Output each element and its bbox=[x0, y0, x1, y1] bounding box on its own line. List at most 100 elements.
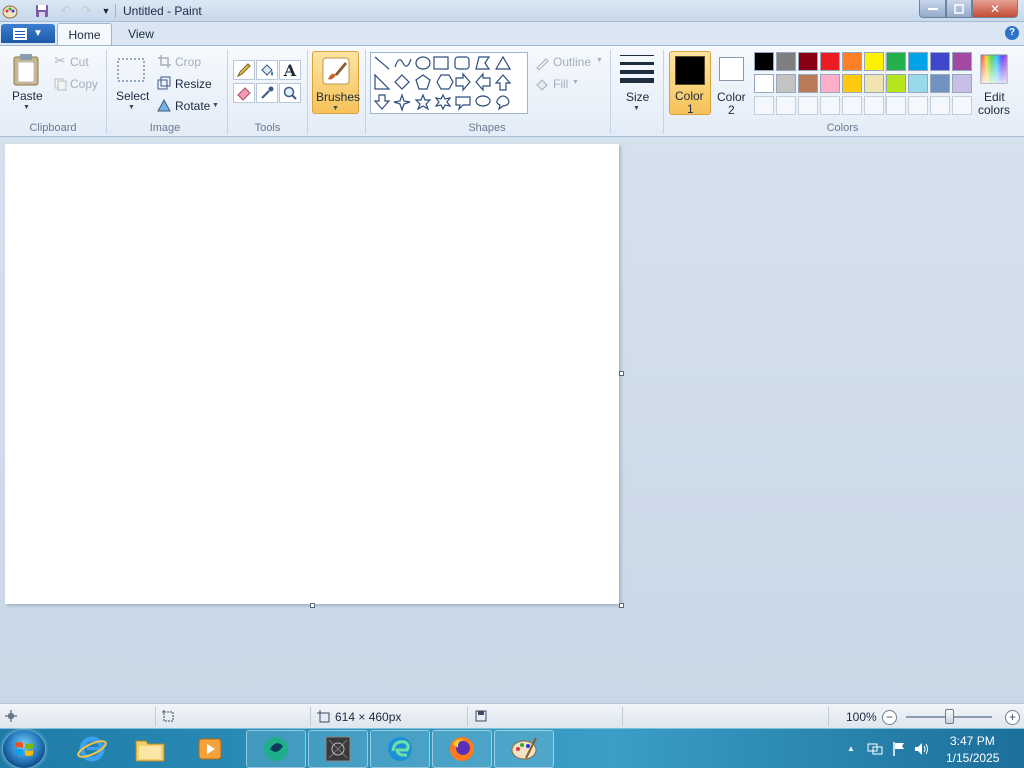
fill-dropdown-icon[interactable]: ▼ bbox=[572, 79, 579, 86]
title-separator bbox=[115, 4, 116, 18]
select-button[interactable] bbox=[115, 56, 147, 84]
group-separator bbox=[663, 50, 664, 134]
drawing-canvas[interactable] bbox=[5, 144, 619, 604]
start-button[interactable] bbox=[3, 730, 45, 768]
minimize-button[interactable] bbox=[919, 0, 946, 18]
palette-color-swatch[interactable] bbox=[864, 74, 884, 93]
palette-color-swatch[interactable] bbox=[908, 74, 928, 93]
palette-color-swatch[interactable] bbox=[886, 52, 906, 71]
palette-color-swatch[interactable] bbox=[864, 52, 884, 71]
cut-button[interactable]: Cut bbox=[70, 55, 89, 69]
outline-button[interactable]: Outline bbox=[553, 55, 591, 69]
taskbar-paint[interactable] bbox=[494, 730, 554, 768]
close-button[interactable]: ✕ bbox=[972, 0, 1018, 18]
size-button[interactable]: Size ▼ bbox=[615, 50, 659, 116]
rotate-button[interactable]: Rotate bbox=[175, 99, 210, 113]
diamond-shape-icon bbox=[394, 74, 410, 90]
taskbar-winrar[interactable] bbox=[308, 730, 368, 768]
palette-custom-slot[interactable] bbox=[908, 96, 928, 115]
palette-custom-slot[interactable] bbox=[886, 96, 906, 115]
taskbar-internet-explorer[interactable] bbox=[62, 730, 122, 768]
rectangle-shape-icon bbox=[433, 56, 449, 70]
rotate-icon bbox=[157, 98, 171, 112]
taskbar-media-player[interactable] bbox=[180, 730, 240, 768]
palette-color-swatch[interactable] bbox=[820, 52, 840, 71]
palette-custom-slot[interactable] bbox=[820, 96, 840, 115]
eraser-tool[interactable] bbox=[233, 83, 255, 103]
maximize-button[interactable] bbox=[946, 0, 972, 18]
palette-color-swatch[interactable] bbox=[930, 52, 950, 71]
fill-button[interactable]: Fill bbox=[553, 77, 568, 91]
edit-colors-button[interactable]: Edit colors bbox=[975, 51, 1015, 117]
color2-button[interactable]: Color 2 bbox=[713, 51, 751, 117]
palette-color-swatch[interactable] bbox=[952, 74, 972, 93]
clock-time[interactable]: 3:47 PM bbox=[950, 734, 995, 748]
taskbar-firefox[interactable] bbox=[432, 730, 492, 768]
palette-color-swatch[interactable] bbox=[776, 74, 796, 93]
palette-custom-slot[interactable] bbox=[864, 96, 884, 115]
color-picker-tool[interactable] bbox=[256, 83, 278, 103]
redo-icon[interactable]: ↷ bbox=[78, 3, 94, 19]
fill-tool[interactable] bbox=[256, 60, 278, 80]
canvas-resize-handle-bottom[interactable] bbox=[310, 603, 315, 608]
rotate-dropdown-icon[interactable]: ▼ bbox=[212, 102, 219, 109]
resize-button[interactable]: Resize bbox=[175, 77, 212, 91]
text-tool[interactable]: A bbox=[279, 60, 301, 80]
magnifier-icon bbox=[283, 86, 297, 100]
palette-color-swatch[interactable] bbox=[798, 74, 818, 93]
palette-custom-slot[interactable] bbox=[930, 96, 950, 115]
save-icon[interactable] bbox=[34, 3, 50, 19]
image-group-label: Image bbox=[149, 122, 181, 134]
paint-menu-button[interactable]: ▼ bbox=[1, 24, 55, 43]
zoom-slider-thumb[interactable] bbox=[944, 709, 954, 724]
palette-color-swatch[interactable] bbox=[754, 52, 774, 71]
canvas-resize-handle-corner[interactable] bbox=[619, 603, 624, 608]
outline-dropdown-icon[interactable]: ▼ bbox=[596, 57, 603, 64]
paste-button[interactable] bbox=[10, 52, 42, 88]
pencil-tool[interactable] bbox=[233, 60, 255, 80]
palette-color-swatch[interactable] bbox=[886, 74, 906, 93]
color2-label-line2: 2 bbox=[728, 103, 735, 117]
paste-dropdown-icon[interactable]: ▼ bbox=[23, 104, 30, 111]
palette-color-swatch[interactable] bbox=[798, 52, 818, 71]
help-icon[interactable]: ? bbox=[1005, 26, 1019, 40]
palette-custom-slot[interactable] bbox=[842, 96, 862, 115]
zoom-in-button[interactable]: + bbox=[1005, 710, 1020, 725]
tab-view[interactable]: View bbox=[116, 23, 166, 45]
palette-custom-slot[interactable] bbox=[952, 96, 972, 115]
taskbar-edge[interactable] bbox=[370, 730, 430, 768]
color1-button[interactable]: Color 1 bbox=[669, 51, 711, 116]
palette-custom-slot[interactable] bbox=[798, 96, 818, 115]
palette-custom-slot[interactable] bbox=[754, 96, 774, 115]
tab-home[interactable]: Home bbox=[57, 23, 112, 45]
polygon-shape-icon bbox=[475, 56, 491, 70]
clock-date[interactable]: 1/15/2025 bbox=[946, 751, 999, 765]
taskbar-app-generic[interactable] bbox=[246, 730, 306, 768]
taskbar-file-explorer[interactable] bbox=[120, 730, 180, 768]
action-center-flag-icon[interactable] bbox=[890, 740, 908, 758]
magnifier-tool[interactable] bbox=[279, 83, 301, 103]
palette-color-swatch[interactable] bbox=[908, 52, 928, 71]
palette-color-swatch[interactable] bbox=[776, 52, 796, 71]
internet-explorer-icon bbox=[77, 736, 107, 762]
palette-color-swatch[interactable] bbox=[842, 52, 862, 71]
window-title: Untitled - Paint bbox=[123, 4, 202, 18]
undo-icon[interactable]: ↶ bbox=[58, 3, 74, 19]
show-hidden-icons-icon[interactable]: ▲ bbox=[846, 743, 856, 753]
crop-button[interactable]: Crop bbox=[175, 55, 201, 69]
zoom-out-button[interactable]: − bbox=[882, 710, 897, 725]
paint-app-icon[interactable] bbox=[2, 3, 18, 19]
palette-color-swatch[interactable] bbox=[820, 74, 840, 93]
canvas-resize-handle-right[interactable] bbox=[619, 371, 624, 376]
palette-custom-slot[interactable] bbox=[776, 96, 796, 115]
customize-quick-access-icon[interactable]: ▼ bbox=[98, 3, 114, 19]
palette-color-swatch[interactable] bbox=[952, 52, 972, 71]
copy-button[interactable]: Copy bbox=[70, 77, 98, 91]
select-dropdown-icon[interactable]: ▼ bbox=[128, 104, 135, 111]
palette-color-swatch[interactable] bbox=[842, 74, 862, 93]
network-icon[interactable] bbox=[866, 740, 884, 758]
volume-icon[interactable] bbox=[913, 740, 931, 758]
palette-color-swatch[interactable] bbox=[754, 74, 774, 93]
palette-color-swatch[interactable] bbox=[930, 74, 950, 93]
brushes-button[interactable]: Brushes ▼ bbox=[312, 51, 360, 114]
